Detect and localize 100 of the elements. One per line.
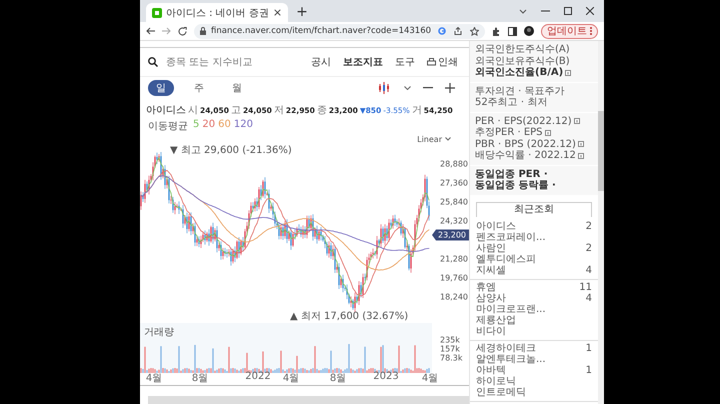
recent-view-count: 1 [586,342,592,354]
stock-info-label: 동일업종 등락률 · [475,180,556,192]
stock-info-label: 외국인소진율(B/A) [475,67,564,78]
date-axis-label: 8월 [330,372,346,385]
chevron-down-icon [445,137,451,141]
share-icon[interactable] [454,27,462,35]
recent-stock-link[interactable]: 펜즈코퍼레이... [476,232,546,242]
recent-stock-link[interactable]: 엘투디에스피 [476,254,536,264]
maximize-icon[interactable] [564,7,572,15]
recent-views-tab[interactable]: 최근조회 [476,202,592,216]
quote-label: 저 [274,104,284,117]
volume-axis-label: 235k [440,336,460,344]
reload-icon[interactable] [178,26,187,36]
toolbar-link[interactable]: 보조지표 [340,55,386,69]
high-price-note: ▼ 최고 29,600 (-21.36%) [170,144,292,157]
tab-title: 아이디스 : 네이버 증권 [166,6,269,20]
close-tab-button[interactable]: × [272,6,282,19]
scrollbar-thumb[interactable] [598,111,604,191]
recent-view-count: 1 [586,364,592,376]
date-axis-label: 2022 [245,371,271,382]
recent-view-count: 11 [579,282,592,292]
search-icon [148,57,158,67]
recent-stock-link[interactable]: 인트로메딕 [476,386,526,398]
volume-chart-title: 거래량 [144,326,174,339]
info-icon[interactable] [574,118,580,124]
quote-label: 시 [188,104,198,117]
zoom-in-icon[interactable] [445,83,455,93]
recent-stock-link[interactable]: 알엔투테크놀... [476,354,546,364]
price-axis-label: 18,240 [440,292,468,302]
site-logo-icon [152,8,162,18]
profile-icon[interactable] [524,26,534,36]
recent-stock-link[interactable]: 사람인 [476,242,506,254]
stock-info-label: 배당수익률 · 2022.12 [475,150,576,162]
low-price-note: ▲ 최저 17,600 (32.67%) [290,310,408,323]
volume-axis-label: 78.3k [440,354,462,362]
star-icon[interactable] [470,26,479,36]
minimize-icon[interactable] [541,10,550,12]
recent-stock-link[interactable]: 아이디스 [476,220,516,232]
recent-view-count: 2 [586,220,592,232]
quote-label: 종 [316,104,327,117]
stock-info-label: 외국인보유주식수(B) [475,56,570,67]
quote-label: 거 [412,104,422,117]
info-icon[interactable] [578,152,584,159]
stock-info-label: PBR · BPS (2022.12) [475,138,576,150]
period-tab[interactable]: 월 [224,80,250,96]
toolbar-link[interactable]: 도구 [392,55,418,69]
address-bar[interactable]: finance.naver.com/item/fchart.naver?code=143160 [194,24,485,38]
stock-info-label: 동일업종 PER · [475,168,548,180]
chevron-down-icon[interactable] [519,8,527,14]
moving-average-period[interactable]: 120 [234,119,253,133]
stock-name: 아이디스 [146,104,186,117]
info-icon[interactable] [565,70,572,76]
price-axis-label: 24,320 [440,216,468,226]
price-axis-label: 28,880 [440,160,468,168]
date-axis-label: 8월 [192,372,208,385]
horizontal-scrollbar[interactable] [148,396,469,404]
volume-axis-label: 157k [440,344,460,354]
recent-stock-link[interactable]: 제룡산업 [476,314,516,326]
print-button[interactable]: 인쇄 [424,55,461,69]
stock-info-label: 투자의견 · 목표주가 [475,86,565,97]
browser-tab[interactable]: 아이디스 : 네이버 증권 × [146,3,288,22]
stock-info-label: 52주최고 · 최저 [475,97,548,108]
lock-icon [200,27,206,35]
recent-stock-link[interactable]: 삼양사 [476,292,506,304]
recent-stock-link[interactable]: 비다이 [476,326,506,336]
date-axis-label: 4월 [146,372,162,385]
close-icon[interactable] [586,7,594,15]
info-icon[interactable] [578,141,584,148]
moving-average-label: 이동평균 [148,120,188,133]
date-axis-label: 4월 [422,372,438,385]
date-axis-label: 4월 [282,372,300,385]
printer-icon [427,58,436,66]
puzzle-icon[interactable] [492,26,501,36]
toolbar-link[interactable]: 공시 [308,55,334,69]
info-icon[interactable] [544,130,551,136]
recent-view-count: 2 [586,242,592,254]
url-text: finance.naver.com/item/fchart.naver?code=143160 [211,26,432,36]
price-axis-label: 19,760 [440,274,468,282]
sidebar-icon[interactable] [508,26,517,36]
update-button[interactable]: 업데이트 [541,24,598,38]
stock-info-label: 추정PER · EPS [475,127,543,138]
back-icon[interactable] [146,27,155,35]
recent-stock-link[interactable]: 지씨셀 [476,264,506,276]
period-tab[interactable]: 일 [148,80,174,96]
g-logo-icon[interactable] [438,27,446,35]
recent-stock-link[interactable]: 휴엠 [476,282,496,292]
chevron-down-icon[interactable] [404,86,411,90]
price-axis-label: 21,280 [440,254,468,264]
candlestick-icon[interactable] [378,82,392,94]
new-tab-button[interactable]: + [296,4,308,20]
period-tab[interactable]: 주 [186,80,212,96]
scale-dropdown[interactable]: Linear [417,134,451,144]
date-axis-label: 2023 [373,371,399,382]
recent-stock-link[interactable]: 아바텍 [476,364,506,376]
recent-stock-link[interactable]: 마이크로프랜... [476,304,546,314]
recent-stock-link[interactable]: 하이로닉 [476,376,516,386]
recent-stock-link[interactable]: 세경하이테크 [476,342,536,354]
stock-info-label: PER · EPS(2022.12) [475,116,572,127]
vertical-scrollbar[interactable] [598,41,604,404]
recent-view-count: 4 [586,292,592,304]
